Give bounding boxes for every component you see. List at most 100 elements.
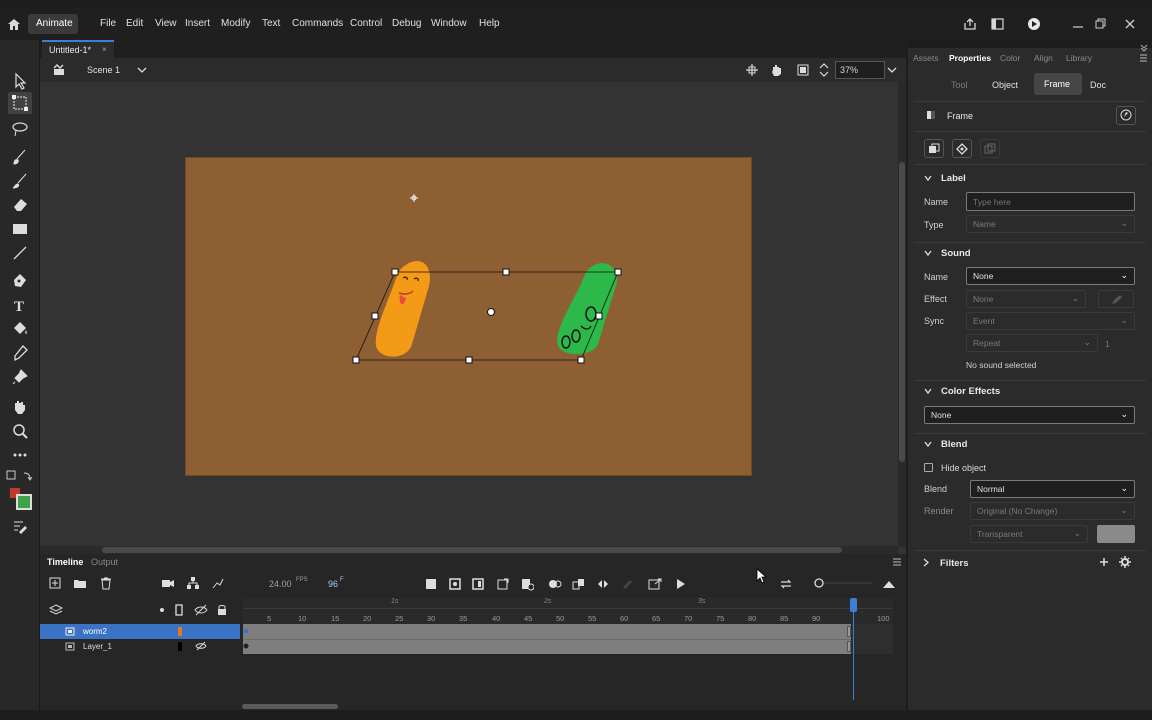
layer-hidden-icon[interactable]: [195, 641, 207, 651]
sound-sync-dropdown[interactable]: Event ⌄: [966, 312, 1135, 330]
layer-name[interactable]: Layer_1: [83, 642, 112, 651]
transparent-dropdown[interactable]: Transparent ⌄: [970, 525, 1088, 543]
minimize-icon[interactable]: [1072, 19, 1084, 29]
rectangle-tool-icon[interactable]: [11, 220, 29, 238]
pen-tool-icon[interactable]: [11, 272, 29, 290]
menu-commands[interactable]: Commands: [292, 18, 343, 29]
tab-timeline[interactable]: Timeline: [47, 557, 83, 567]
play-icon[interactable]: [673, 577, 687, 591]
edit-symbol-button[interactable]: [952, 139, 972, 158]
zoom-stepper-icon[interactable]: [819, 62, 829, 78]
menu-insert[interactable]: Insert: [185, 18, 210, 29]
blend-section-header[interactable]: Blend: [941, 439, 967, 450]
delete-layer-icon[interactable]: [99, 576, 113, 590]
subtab-doc[interactable]: Doc: [1090, 80, 1106, 90]
eraser-tool-icon[interactable]: [11, 195, 29, 213]
menu-debug[interactable]: Debug: [392, 18, 421, 29]
chevron-right-icon[interactable]: [922, 558, 930, 567]
chevron-down-icon[interactable]: [924, 440, 932, 448]
document-tab[interactable]: Untitled-1* ×: [42, 40, 114, 58]
chevron-down-icon[interactable]: [924, 249, 932, 257]
sound-effect-dropdown[interactable]: None ⌄: [966, 290, 1086, 308]
center-stage-icon[interactable]: [745, 63, 759, 77]
vertical-scroll-thumb[interactable]: [899, 162, 905, 462]
test-movie-icon[interactable]: [1027, 17, 1041, 31]
background-color-swatch[interactable]: [1097, 525, 1135, 543]
create-tween-icon[interactable]: [496, 577, 510, 591]
zoom-dropdown-icon[interactable]: [887, 66, 897, 74]
label-section-header[interactable]: Label: [941, 173, 966, 184]
edit-toolbar-icon[interactable]: [11, 518, 29, 536]
new-layer-icon[interactable]: [48, 576, 62, 590]
insert-blank-keyframe-icon[interactable]: [596, 577, 610, 591]
compass-button[interactable]: [1116, 106, 1136, 125]
tab-library[interactable]: Library: [1066, 53, 1092, 63]
onion-skin-icon[interactable]: [424, 577, 438, 591]
menu-modify[interactable]: Modify: [221, 18, 250, 29]
eyedropper-icon[interactable]: [11, 344, 29, 362]
timeline-menu-icon[interactable]: [892, 558, 902, 566]
selection-tool-icon[interactable]: [11, 72, 29, 90]
tab-assets[interactable]: Assets: [913, 53, 939, 63]
zoom-input[interactable]: 37%: [835, 61, 885, 79]
graph-icon[interactable]: [211, 576, 225, 590]
keyframe-marker[interactable]: [243, 643, 249, 649]
tab-output[interactable]: Output: [91, 557, 118, 567]
close-icon[interactable]: [1124, 18, 1136, 30]
menu-help[interactable]: Help: [479, 18, 500, 29]
loop-icon[interactable]: [779, 577, 793, 591]
fill-color-swatch[interactable]: [16, 494, 32, 510]
chevron-down-icon[interactable]: [924, 387, 932, 395]
collapse-panel-icon[interactable]: [1140, 44, 1148, 52]
lasso-tool-icon[interactable]: [11, 120, 29, 138]
layer-row-worm2[interactable]: worm2: [40, 624, 240, 639]
layer-row-layer-1[interactable]: Layer_1: [40, 639, 240, 654]
menu-window[interactable]: Window: [431, 18, 467, 29]
paint-bucket-icon[interactable]: [11, 320, 29, 338]
fps-value[interactable]: 24.00: [269, 579, 292, 589]
sound-repeat-dropdown[interactable]: Repeat ⌄: [966, 334, 1098, 352]
menu-edit[interactable]: Edit: [126, 18, 143, 29]
hide-object-checkbox[interactable]: [924, 463, 933, 472]
subtab-object[interactable]: Object: [992, 80, 1018, 90]
paint-brush-icon[interactable]: [11, 172, 29, 190]
zoom-tool-icon[interactable]: [11, 422, 29, 440]
frame-ruler[interactable]: 1s 2s 3s 5 10 15 20 25 30 35 40 45 50 55…: [243, 598, 893, 624]
color-effects-header[interactable]: Color Effects: [941, 386, 1000, 397]
more-tools-icon[interactable]: [11, 446, 29, 464]
chevron-down-icon[interactable]: [924, 174, 932, 182]
frame-spans[interactable]: [243, 624, 851, 654]
onion-outline-icon[interactable]: [448, 577, 462, 591]
swap-frame-button[interactable]: [924, 139, 944, 158]
lock-all-layers-icon[interactable]: [216, 604, 228, 616]
pin-tool-icon[interactable]: [11, 368, 29, 386]
fit-timeline-icon[interactable]: [882, 577, 896, 591]
green-worm[interactable]: [557, 263, 618, 355]
frame-scale-slider[interactable]: [812, 576, 882, 590]
hand-tool-icon[interactable]: [11, 398, 29, 416]
scene-clapper-icon[interactable]: [52, 63, 66, 77]
insert-keyframe-icon[interactable]: [520, 577, 534, 591]
free-transform-tool[interactable]: [8, 92, 32, 114]
tab-color[interactable]: Color: [1000, 53, 1020, 63]
playhead[interactable]: [853, 600, 854, 700]
render-dropdown[interactable]: Original (No Change) ⌄: [970, 502, 1135, 520]
sound-repeat-count[interactable]: 1: [1105, 339, 1110, 349]
new-folder-icon[interactable]: [73, 576, 87, 590]
subtab-frame[interactable]: Frame: [1034, 73, 1082, 95]
horizontal-scroll-thumb[interactable]: [102, 547, 842, 553]
hide-all-layers-icon[interactable]: [194, 604, 208, 616]
export-icon[interactable]: [648, 577, 662, 591]
filters-section-header[interactable]: Filters: [940, 558, 969, 569]
tab-align[interactable]: Align: [1034, 53, 1053, 63]
camera-icon[interactable]: [161, 576, 175, 590]
menu-text[interactable]: Text: [262, 18, 280, 29]
vertical-scrollbar[interactable]: [898, 82, 906, 547]
sound-section-header[interactable]: Sound: [941, 248, 971, 259]
restore-icon[interactable]: [1095, 18, 1107, 29]
keyframe-marker[interactable]: [243, 628, 249, 634]
add-filter-icon[interactable]: [1099, 557, 1109, 567]
layer-color-swatch[interactable]: [178, 642, 182, 651]
share-icon[interactable]: [963, 17, 977, 31]
scene-name[interactable]: Scene 1: [87, 65, 120, 75]
